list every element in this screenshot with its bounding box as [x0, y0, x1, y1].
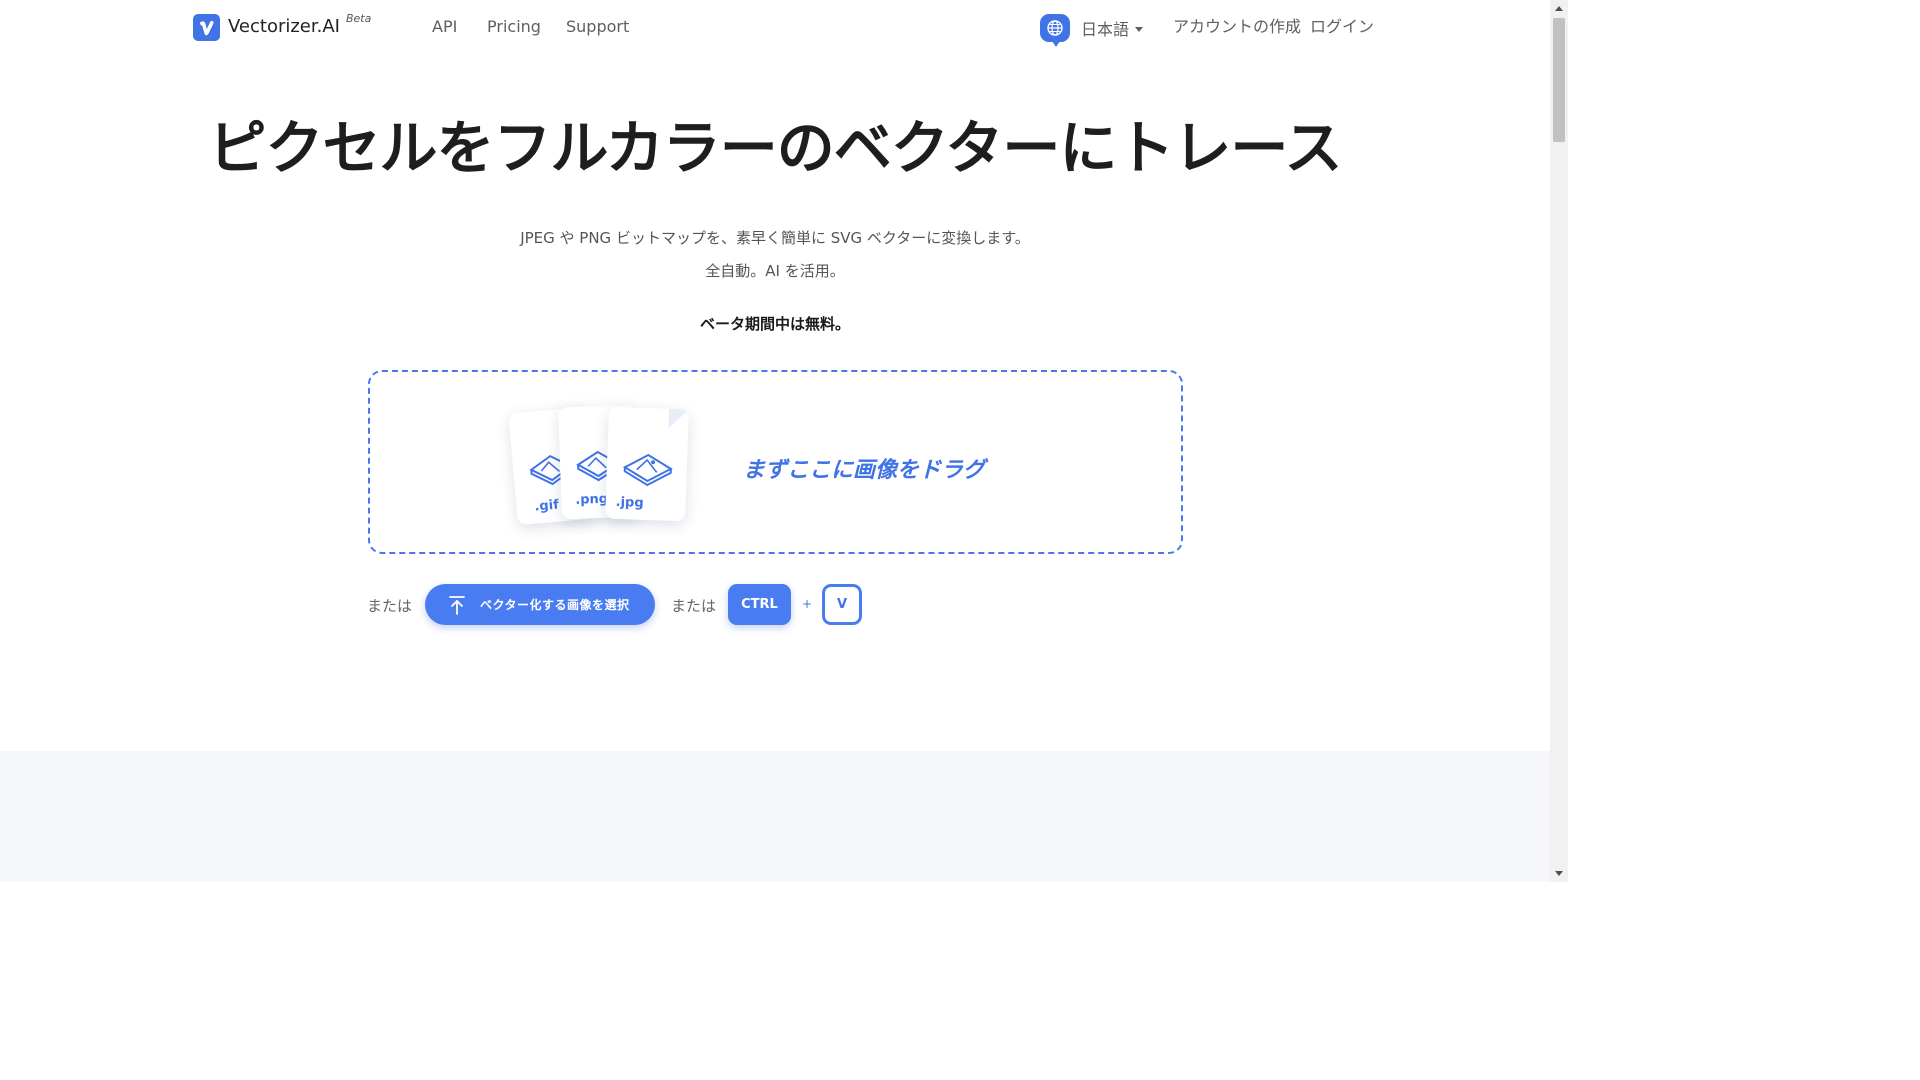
image-drop-zone[interactable]: .gif .png .jpg まずここに画像をドラグ: [368, 370, 1183, 554]
scroll-thumb[interactable]: [1553, 18, 1565, 142]
file-ext-jpg: .jpg: [615, 494, 644, 511]
or-label-2: または: [671, 597, 717, 615]
select-image-button[interactable]: ベクター化する画像を選択: [425, 584, 655, 625]
language-label: 日本語: [1081, 20, 1130, 39]
nav-link-support[interactable]: Support: [566, 17, 629, 37]
hero-tagline: 全自動。AI を活用。: [705, 262, 845, 280]
jpg-file-icon: .jpg: [605, 406, 689, 522]
create-account-link[interactable]: アカウントの作成: [1173, 17, 1301, 37]
file-ext-gif: .gif: [533, 497, 560, 515]
caret-down-icon: [1135, 27, 1144, 32]
upload-arrow-icon: [449, 595, 465, 615]
page: Vectorizer.AI Beta API Pricing Support 日…: [0, 0, 1568, 882]
login-link[interactable]: ログイン: [1310, 17, 1374, 37]
beta-badge: Beta: [345, 12, 372, 25]
image-file-icon: [622, 453, 673, 487]
top-nav: Vectorizer.AI Beta API Pricing Support 日…: [0, 0, 1550, 56]
language-selector[interactable]: 日本語: [1040, 14, 1144, 47]
free-note: ベータ期間中は無料。: [699, 315, 850, 333]
plus-sign: +: [802, 597, 813, 611]
drag-instruction: まずここに画像をドラグ: [743, 458, 986, 483]
lower-section: [0, 751, 1550, 882]
nav-link-pricing[interactable]: Pricing: [487, 17, 541, 37]
scroll-up-icon[interactable]: [1555, 6, 1563, 11]
nav-link-api[interactable]: API: [432, 17, 457, 37]
brand-link[interactable]: Vectorizer.AI Beta: [193, 12, 372, 41]
page-title: ピクセルをフルカラーのベクターにトレース: [208, 114, 1342, 182]
globe-icon: [1040, 14, 1070, 47]
file-ext-png: .png: [575, 491, 609, 508]
select-image-label: ベクター化する画像を選択: [480, 598, 630, 612]
page-fold: [668, 408, 689, 430]
v-key: V: [822, 584, 862, 625]
hero-subtitle: JPEG や PNG ビットマップを、素早く簡単に SVG ベクターに変換します…: [520, 229, 1030, 247]
or-label: または: [367, 597, 413, 615]
page-scrollbar[interactable]: [1550, 0, 1568, 882]
brand-name: Vectorizer.AI: [228, 16, 340, 37]
ctrl-key: CTRL: [728, 584, 791, 625]
scroll-down-icon[interactable]: [1555, 871, 1563, 876]
logo-v-icon: [193, 14, 220, 41]
